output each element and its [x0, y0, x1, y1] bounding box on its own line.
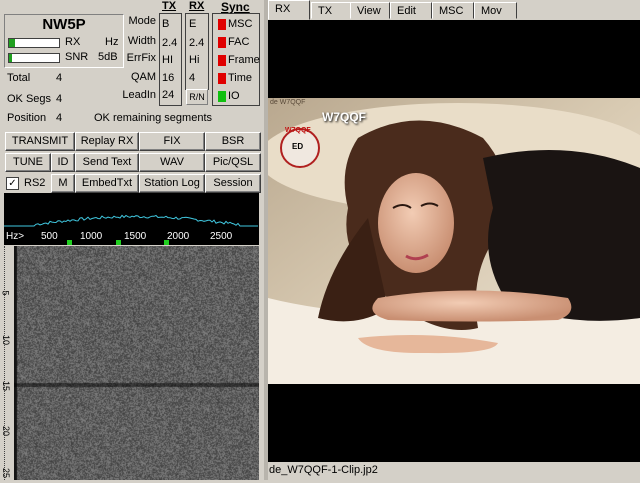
time-tick: 5 — [0, 290, 11, 296]
ok-segs-label: OK Segs — [7, 93, 52, 105]
status-bar: de_W7QQF-1-Clip.jp2 — [268, 462, 640, 480]
embed-txt-button[interactable]: EmbedTxt — [75, 174, 139, 193]
rx-qam: 4 — [189, 72, 196, 84]
stamp-center-text: ED — [292, 142, 304, 151]
tx-mode: B — [162, 18, 170, 30]
rx-label: RX — [65, 36, 81, 48]
remaining-text: OK remaining segments — [94, 112, 212, 124]
tx-header: TX — [162, 0, 177, 12]
tab-bar: RX TX View Edit MSC Mov — [268, 0, 640, 20]
rs2-label: RS2 — [24, 177, 46, 189]
time-axis: 5 10 15 20 25 — [0, 246, 14, 480]
sync-label-fac: FAC — [228, 36, 250, 48]
time-tick: 25 — [1, 467, 12, 479]
stamp-ring-text: W7QQF — [285, 127, 311, 134]
param-label: Mode — [128, 15, 156, 27]
rx-errfix: Hi — [189, 54, 200, 66]
sync-label-io: IO — [228, 90, 240, 102]
tx-width: 2.4 — [162, 37, 178, 49]
time-tick: 15 — [1, 380, 12, 392]
param-label: QAM — [130, 71, 156, 83]
pic-qsl-button[interactable]: Pic/QSL — [205, 153, 261, 172]
stamp-badge: ED W7QQF — [280, 127, 320, 168]
marker-low[interactable] — [67, 240, 72, 245]
tab-view[interactable]: View — [350, 2, 390, 19]
received-picture[interactable]: de W7QQF W7QQF ED W7QQF — [258, 98, 640, 384]
rn-button[interactable]: R/N — [186, 89, 208, 105]
tab-msc[interactable]: MSC — [432, 2, 474, 19]
tab-edit[interactable]: Edit — [390, 2, 432, 19]
time-tick: 10 — [1, 334, 12, 346]
scale-tick: 500 — [41, 231, 58, 242]
sync-led-msc — [218, 19, 226, 30]
param-label: LeadIn — [122, 89, 156, 101]
rs2-toggle[interactable]: ✓ RS2 — [5, 175, 49, 192]
tab-rx[interactable]: RX — [268, 0, 310, 20]
total-label: Total — [7, 72, 31, 84]
sync-led-fac — [218, 37, 226, 48]
session-button[interactable]: Session — [205, 174, 261, 193]
sync-label-msc: MSC — [228, 18, 253, 30]
marker-high[interactable] — [164, 240, 169, 245]
tx-leadin: 24 — [162, 89, 175, 101]
sync-label-frame: Frame — [228, 54, 260, 66]
tune-button[interactable]: TUNE — [5, 153, 51, 172]
time-tick: 20 — [1, 425, 12, 437]
tab-tx[interactable]: TX — [311, 2, 351, 19]
snr-meter — [8, 53, 60, 63]
snr-value: 5dB — [98, 51, 118, 63]
spectrum-display[interactable] — [4, 193, 259, 231]
rs2-checkbox[interactable]: ✓ — [6, 177, 19, 190]
sync-header: Sync — [221, 0, 250, 14]
m-button[interactable]: M — [51, 174, 75, 193]
scale-prefix: Hz> — [6, 231, 25, 242]
snr-label: SNR — [65, 51, 89, 63]
sync-led-frame — [218, 55, 226, 66]
fix-button[interactable]: FIX — [139, 132, 205, 151]
overlay-callsign: W7QQF — [322, 110, 366, 124]
overlay-small-text: de W7QQF — [270, 99, 306, 106]
id-button[interactable]: ID — [51, 153, 75, 172]
scale-tick: 1500 — [124, 231, 147, 242]
rx-level-meter — [8, 38, 60, 48]
replay-rx-button[interactable]: Replay RX — [75, 132, 139, 151]
total-value: 4 — [56, 72, 63, 84]
param-label: ErrFix — [126, 52, 156, 64]
rx-mode: E — [189, 18, 197, 30]
ok-segs-value: 4 — [56, 93, 63, 105]
tx-qam: 16 — [162, 72, 175, 84]
frequency-scale[interactable]: Hz> 500 1000 1500 2000 2500 — [4, 231, 259, 245]
picture-canvas — [258, 98, 640, 384]
position-label: Position — [7, 112, 47, 124]
waterfall-display[interactable] — [4, 246, 259, 480]
rx-header: RX — [189, 0, 205, 12]
wav-button[interactable]: WAV — [139, 153, 205, 172]
send-text-button[interactable]: Send Text — [75, 153, 139, 172]
spectrum-trace — [4, 214, 258, 227]
tab-mov[interactable]: Mov — [474, 2, 517, 19]
station-box: NW5P RX Hz SNR 5dB — [4, 14, 124, 68]
rx-unit: Hz — [105, 36, 119, 48]
sync-led-io — [218, 91, 226, 102]
sync-label-time: Time — [228, 72, 253, 84]
scale-tick: 2500 — [210, 231, 233, 242]
filename-label: de_W7QQF-1-Clip.jp2 — [269, 464, 378, 476]
transmit-button[interactable]: TRANSMIT — [5, 132, 75, 151]
tx-errfix: HI — [162, 54, 173, 66]
rx-width: 2.4 — [189, 37, 205, 49]
param-label: Width — [127, 35, 156, 47]
station-log-button[interactable]: Station Log — [139, 174, 205, 193]
callsign: NW5P — [42, 16, 86, 33]
position-value: 4 — [56, 112, 63, 124]
bsr-button[interactable]: BSR — [205, 132, 261, 151]
scale-tick: 2000 — [167, 231, 190, 242]
marker-center[interactable] — [116, 240, 121, 245]
scale-tick: 1000 — [80, 231, 103, 242]
sync-led-time — [218, 73, 226, 84]
